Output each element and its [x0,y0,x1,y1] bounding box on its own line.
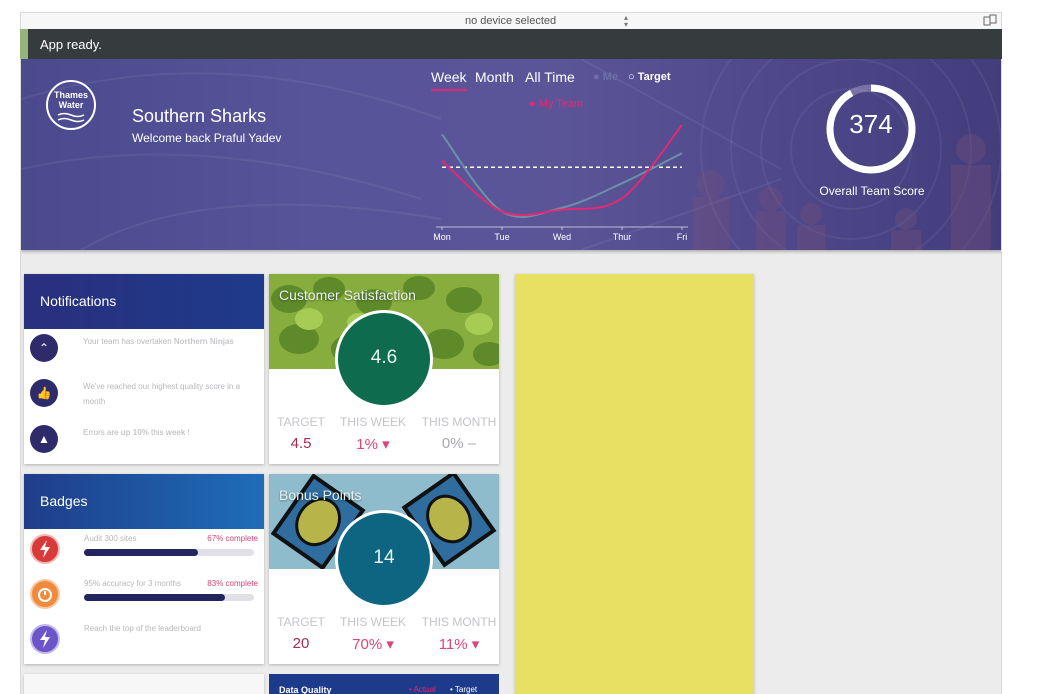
notification-text: Errors are up 10% this week ! [83,428,190,437]
tab-all-time[interactable]: All Time [525,69,575,85]
kpi-this-week-label: THIS WEEK [339,415,406,429]
status-accent [20,29,28,59]
kpi-this-month-value: 0% – [441,435,477,452]
kpi-this-month-label: THIS MONTH [421,415,497,429]
kpi-title: Customer Satisfaction [279,287,416,303]
legend-my-team[interactable]: ● My Team [529,98,583,110]
kpi-this-month-label: THIS MONTH [421,615,497,629]
legend-actual[interactable]: • Actual [409,685,436,694]
legend-target-dq[interactable]: • Target [450,685,477,694]
performance-chart: Mon Tue Wed Thur Fri [433,124,688,242]
badge-percent: 67% complete [207,534,258,543]
device-toolbar: no device selected ▴ ▾ [20,12,1002,29]
kpi-this-week: THIS WEEK 70% ▾ [333,615,413,653]
device-select[interactable]: no device selected [465,15,556,27]
logo-text: Thames Water [53,90,88,110]
warning-icon: ▲ [30,425,58,453]
status-message: App ready. [40,37,102,52]
chart-x-tick-label: Tue [494,232,509,242]
bonus-points-card[interactable]: Bonus Points 14 TARGET 20 THIS WEEK 70% ▾ … [269,474,499,664]
notification-text: Your team has overtaken Northern Ninjas [83,337,234,346]
chart-x-tick-label: Fri [677,232,688,242]
badge-progress-fill [84,549,198,556]
kpi-this-week-value: 70% ▾ [352,636,394,653]
hero-banner: Thames Water Southern Sharks Welcome bac… [21,59,1001,250]
badge-progress-fill [84,594,226,601]
legend-target-label: Target [637,71,671,83]
data-quality-card[interactable]: Data Quality • Actual • Target [269,674,499,694]
status-bar: App ready. [20,29,1002,59]
legend-my-team-label: My Team [538,98,584,110]
badge-progress-track [84,549,254,556]
notification-text: We've reached our highest quality score … [83,382,241,406]
kpi-this-month: THIS MONTH 11% ▾ [419,615,499,653]
legend-me-label: Me [602,71,618,83]
team-score-value: 374 [849,109,893,139]
kpi-target-label: TARGET [277,615,325,629]
partial-card [24,674,264,694]
chart-x-tick-label: Mon [433,232,451,242]
welcome-text: Welcome back Praful Yadev [132,131,282,145]
chart-series-me [441,133,683,218]
badge-label: 95% accuracy for 3 months [84,579,181,588]
kpi-target-label: TARGET [277,415,325,429]
lightning-badge-icon [30,534,60,564]
badge-percent: 83% complete [207,579,258,588]
thames-water-logo: Thames Water [46,80,96,130]
badges-title: Badges [40,493,88,509]
team-score-ring: 374 [825,83,917,175]
kpi-this-month: THIS MONTH 0% – [419,415,499,452]
chart-x-tick-label: Wed [553,232,571,242]
kpi-this-week-label: THIS WEEK [339,615,406,629]
kpi-target-value: 20 [292,635,310,652]
kpi-value: 4.6 [370,347,398,368]
rotate-device-icon[interactable] [983,14,997,26]
kpi-title: Bonus Points [279,487,362,503]
placeholder-panel [515,274,754,694]
thumbs-up-icon: 👍 [30,379,58,407]
badges-header: Badges [24,474,264,529]
notifications-card: Notifications ⌃ Your team has overtaken … [24,274,264,464]
kpi-target: TARGET 20 [269,615,341,652]
chevron-up-icon: ⌃ [30,334,58,362]
kpi-value-circle: 14 [335,510,433,608]
kpi-value-circle: 4.6 [335,310,433,408]
badges-card: Badges Audit 300 sites 67% complete 95% … [24,474,264,664]
badge-progress-track [84,594,254,601]
legend-me[interactable]: ● Me [593,71,618,83]
kpi-this-week-value: 1% ▾ [356,436,390,453]
tab-month[interactable]: Month [475,69,514,85]
notifications-title: Notifications [40,293,117,309]
chart-x-tick-label: Thur [613,232,632,242]
team-score-label: Overall Team Score [819,184,925,198]
lightning-purple-badge-icon [30,624,60,654]
kpi-this-month-value: 11% ▾ [438,636,480,653]
data-quality-title: Data Quality [279,685,332,694]
customer-satisfaction-card[interactable]: Customer Satisfaction 4.6 TARGET 4.5 THIS… [269,274,499,464]
team-name: Southern Sharks [132,106,267,126]
kpi-target: TARGET 4.5 [269,415,341,452]
up-down-arrows-icon[interactable]: ▴ ▾ [624,14,628,29]
kpi-value: 14 [373,547,395,568]
notifications-header: Notifications [24,274,264,329]
kpi-target-value: 4.5 [290,435,312,452]
badge-label: Reach the top of the leaderboard [84,624,201,633]
wave-icon [57,112,85,123]
kpi-this-week: THIS WEEK 1% ▾ [333,415,413,453]
chart-series-my-team [441,124,683,217]
legend-target[interactable]: ○ Target [628,71,671,83]
badge-label: Audit 300 sites [84,534,137,543]
tab-week[interactable]: Week [431,69,467,91]
app-viewport: Thames Water Southern Sharks Welcome bac… [20,59,1002,694]
stopwatch-badge-icon [30,579,60,609]
